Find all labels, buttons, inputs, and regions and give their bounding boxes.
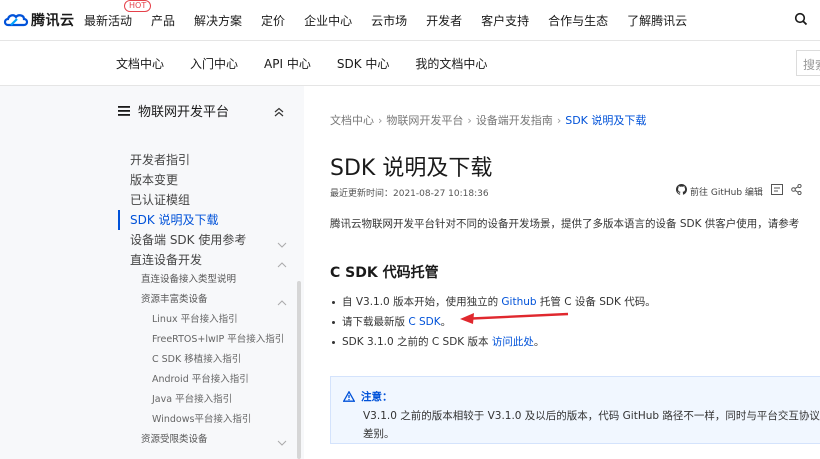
nav-item-support[interactable]: 客户支持 xyxy=(481,12,529,29)
top-navbar: 腾讯云 最新活动 HOT 产品 解决方案 定价 企业中心 云市场 开发者 客户支… xyxy=(0,0,820,41)
nav-item-developers[interactable]: 开发者 xyxy=(426,12,462,29)
sidebar-item-label: 设备端 SDK 使用参考 xyxy=(130,233,247,247)
subnav-docs-center[interactable]: 文档中心 xyxy=(116,55,164,72)
nav-item-about[interactable]: 了解腾讯云 xyxy=(627,12,687,29)
last-updated: 最近更新时间：2021-08-27 10:18:36 xyxy=(330,189,489,199)
sidebar-item-device-sdk-reference[interactable]: 设备端 SDK 使用参考 xyxy=(118,230,293,250)
nav-item-marketplace[interactable]: 云市场 xyxy=(371,12,407,29)
nav-item-label: 最新活动 xyxy=(84,13,133,28)
github-edit-link[interactable]: 前往 GitHub 编辑 xyxy=(690,185,763,198)
sidebar-item-constrained-devices[interactable]: 资源受限类设备 xyxy=(118,430,293,450)
notice-box: 注意： V3.1.0 之前的版本相较于 V3.1.0 及以后的版本，代码 Git… xyxy=(330,376,820,444)
doc-content: 文档中心 › 物联网开发平台 › 设备端开发指南 › SDK 说明及下载 SDK 说明及下载… xyxy=(330,86,820,459)
breadcrumb-item[interactable]: 设备端开发指南 xyxy=(476,114,553,127)
brand-logo[interactable]: 腾讯云 xyxy=(3,10,75,30)
sidebar-item-android-guide[interactable]: Android 平台接入指引 xyxy=(118,370,293,390)
sidebar-tree: 开发者指引 版本变更 已认证模组 SDK 说明及下载 设备端 SDK 使用参考 … xyxy=(118,150,293,450)
sidebar-item-label: 资源受限类设备 xyxy=(141,434,208,445)
hot-badge: HOT xyxy=(124,0,152,12)
sidebar-item-version-changes[interactable]: 版本变更 xyxy=(118,170,293,190)
notice-header: 注意： xyxy=(342,387,393,406)
list-text: 托管 C 设备 SDK 代码。 xyxy=(536,296,656,308)
brand-name: 腾讯云 xyxy=(31,13,75,29)
nav-item-pricing[interactable]: 定价 xyxy=(261,12,285,29)
search-icon xyxy=(794,11,808,30)
list-text: 请下载最新版 xyxy=(342,316,409,328)
sidebar-item-windows-guide[interactable]: Windows平台接入指引 xyxy=(118,410,293,430)
doc-toolbar: 前往 GitHub 编辑 xyxy=(676,183,802,198)
nav-item-enterprise[interactable]: 企业中心 xyxy=(304,12,352,29)
subnav-my-docs[interactable]: 我的文档中心 xyxy=(415,55,487,72)
nav-item-partners[interactable]: 合作与生态 xyxy=(548,12,608,29)
list-text: 。 xyxy=(533,336,545,348)
docs-search-input[interactable]: 搜索 xyxy=(796,50,820,76)
docs-subnav: 文档中心 入门中心 API 中心 SDK 中心 我的文档中心 搜索 xyxy=(0,41,820,86)
sidebar-scrollbar[interactable] xyxy=(297,281,301,459)
menu-icon[interactable] xyxy=(118,101,130,120)
feedback-icon[interactable] xyxy=(770,184,783,198)
sidebar-item-label: 资源丰富类设备 xyxy=(141,294,208,305)
subnav-getting-started[interactable]: 入门中心 xyxy=(190,55,238,72)
sidebar-item-csdk-porting-guide[interactable]: C SDK 移植接入指引 xyxy=(118,350,293,370)
collapse-icon[interactable] xyxy=(274,102,284,121)
breadcrumb-item[interactable]: 文档中心 xyxy=(330,114,374,127)
breadcrumb-item[interactable]: 物联网开发平台 xyxy=(386,114,463,127)
list-item: 自 V3.1.0 版本开始，使用独立的 Github 托管 C 设备 SDK 代… xyxy=(330,292,656,312)
chevron-right-icon: › xyxy=(467,114,472,127)
breadcrumb-current: SDK 说明及下载 xyxy=(565,114,647,127)
list-text: 自 V3.1.0 版本开始，使用独立的 xyxy=(342,296,502,308)
sidebar-item-java-guide[interactable]: Java 平台接入指引 xyxy=(118,390,293,410)
sidebar-header: 物联网开发平台 xyxy=(118,100,288,120)
list-item: SDK 3.1.0 之前的 C SDK 版本 访问此处。 xyxy=(330,332,656,352)
sidebar-item-freertos-guide[interactable]: FreeRTOS+lwIP 平台接入指引 xyxy=(118,330,293,350)
subnav-sdk-center[interactable]: SDK 中心 xyxy=(337,55,390,72)
nav-item-solutions[interactable]: 解决方案 xyxy=(194,12,242,29)
sidebar-item-linux-guide[interactable]: Linux 平台接入指引 xyxy=(118,310,293,330)
breadcrumb: 文档中心 › 物联网开发平台 › 设备端开发指南 › SDK 说明及下载 xyxy=(330,112,646,128)
chevron-right-icon: › xyxy=(378,114,383,127)
github-link[interactable]: Github xyxy=(501,296,536,308)
sidebar-item-direct-access-types[interactable]: 直连设备接入类型说明 xyxy=(118,270,293,290)
section-heading: C SDK 代码托管 xyxy=(330,265,439,281)
list-text: SDK 3.1.0 之前的 C SDK 版本 xyxy=(342,336,492,348)
annotation-arrow-icon xyxy=(460,312,569,324)
sidebar-item-direct-device-dev[interactable]: 直连设备开发 xyxy=(118,250,293,270)
sidebar-item-sdk-download[interactable]: SDK 说明及下载 xyxy=(118,210,293,230)
page-title: SDK 说明及下载 xyxy=(330,156,493,181)
tencent-cloud-logo-icon xyxy=(3,12,29,28)
docs-sidebar: 物联网开发平台 开发者指引 版本变更 已认证模组 SDK 说明及下载 设备端 S… xyxy=(0,86,304,459)
share-icon[interactable] xyxy=(791,183,802,198)
sidebar-item-developer-guide[interactable]: 开发者指引 xyxy=(118,150,293,170)
nav-item-products[interactable]: 产品 xyxy=(151,12,175,29)
c-sdk-download-link[interactable]: C SDK xyxy=(408,316,440,328)
sidebar-item-certified-modules[interactable]: 已认证模组 xyxy=(118,190,293,210)
sidebar-title: 物联网开发平台 xyxy=(138,104,230,120)
notice-text: V3.1.0 之前的版本相较于 V3.1.0 及以后的版本，代码 GitHub … xyxy=(363,410,820,440)
notice-label: 注意： xyxy=(361,391,393,403)
search-button[interactable] xyxy=(782,0,820,40)
subnav-api-center[interactable]: API 中心 xyxy=(264,55,311,72)
github-icon xyxy=(676,184,687,198)
chevron-right-icon: › xyxy=(556,114,562,127)
warning-icon xyxy=(342,387,356,406)
nav-item-activities[interactable]: 最新活动 HOT xyxy=(84,0,152,29)
sidebar-item-rich-resource-devices[interactable]: 资源丰富类设备 xyxy=(118,290,293,310)
intro-paragraph: 腾讯云物联网开发平台针对不同的设备开发场景，提供了多版本语言的设备 SDK 供客… xyxy=(330,218,800,230)
sidebar-item-label: 直连设备开发 xyxy=(130,253,203,267)
legacy-sdk-link[interactable]: 访问此处 xyxy=(492,336,534,348)
chevron-down-icon xyxy=(277,435,287,455)
list-text: 。 xyxy=(440,316,452,328)
